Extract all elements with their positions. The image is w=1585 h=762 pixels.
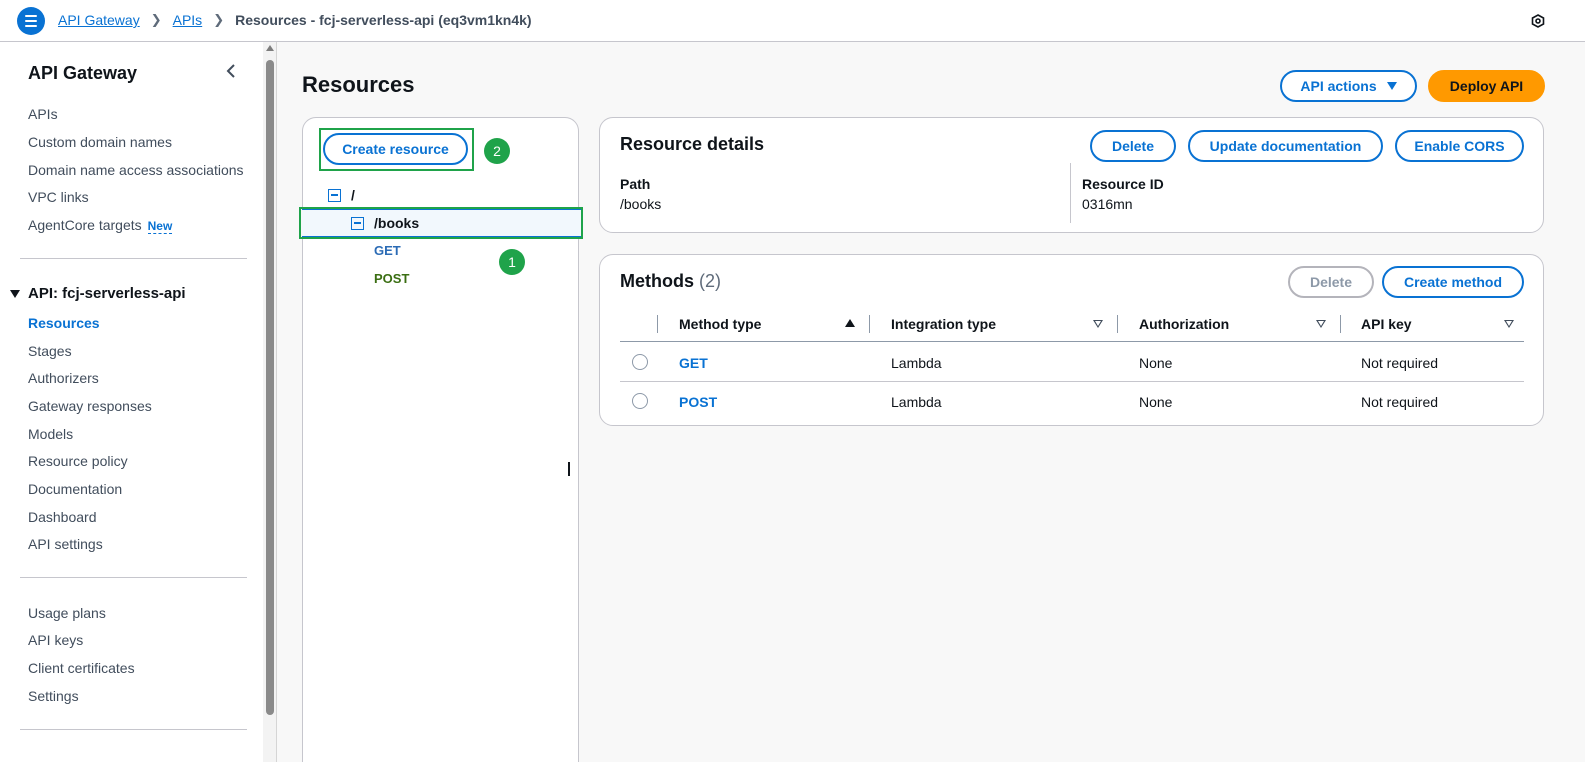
sidebar-title: API Gateway bbox=[28, 63, 138, 83]
menu-icon[interactable] bbox=[17, 7, 45, 35]
sidebar-item-client-certificates[interactable]: Client certificates bbox=[28, 660, 135, 676]
enable-cors-button[interactable]: Enable CORS bbox=[1395, 130, 1524, 162]
row-select-radio[interactable] bbox=[632, 354, 648, 370]
sidebar-item-domain-name-access-associations[interactable]: Domain name access associations bbox=[28, 162, 244, 178]
sidebar-item-custom-domain-names[interactable]: Custom domain names bbox=[28, 134, 172, 150]
chevron-right-icon: ❯ bbox=[150, 12, 162, 27]
sidebar-scrollbar[interactable] bbox=[263, 42, 277, 762]
collapse-icon[interactable] bbox=[328, 188, 341, 202]
methods-count: (2) bbox=[699, 271, 722, 291]
sort-icon[interactable] bbox=[1093, 320, 1103, 328]
sidebar-item-agentcore-targets[interactable]: AgentCore targets New bbox=[28, 217, 173, 234]
chevron-right-icon: ❯ bbox=[213, 12, 225, 27]
path-label: Path bbox=[620, 176, 651, 192]
sidebar-item-api-settings[interactable]: API settings bbox=[28, 536, 103, 552]
breadcrumb: API Gateway ❯ APIs ❯ Resources - fcj-ser… bbox=[58, 12, 532, 28]
new-badge: New bbox=[147, 219, 173, 234]
tree-node-books[interactable]: /books bbox=[351, 215, 419, 231]
text-cursor bbox=[568, 462, 570, 476]
page-title: Resources bbox=[302, 72, 415, 97]
delete-method-button[interactable]: Delete bbox=[1288, 266, 1374, 298]
authorization-cell: None bbox=[1139, 355, 1173, 371]
sidebar-divider bbox=[20, 258, 247, 259]
sidebar-item-models[interactable]: Models bbox=[28, 426, 73, 442]
column-separator[interactable] bbox=[1117, 315, 1118, 333]
sidebar-item-dashboard[interactable]: Dashboard bbox=[28, 509, 97, 525]
scrollbar-thumb[interactable] bbox=[266, 60, 274, 715]
tree-node-label: / bbox=[351, 187, 355, 203]
deploy-api-button[interactable]: Deploy API bbox=[1428, 70, 1545, 102]
integration-type-cell: Lambda bbox=[891, 355, 942, 371]
table-header-divider bbox=[620, 341, 1524, 342]
step-badge-2: 2 bbox=[484, 138, 510, 164]
method-link-post[interactable]: POST bbox=[679, 394, 717, 410]
breadcrumb-apis[interactable]: APIs bbox=[173, 12, 203, 28]
side-navigation: API Gateway APIs Custom domain names Dom… bbox=[0, 42, 263, 762]
column-header-method-type[interactable]: Method type bbox=[679, 316, 761, 332]
sort-ascending-icon[interactable] bbox=[845, 319, 855, 327]
table-row-divider bbox=[620, 381, 1524, 382]
method-link-get[interactable]: GET bbox=[679, 355, 708, 371]
collapse-icon[interactable] bbox=[351, 216, 364, 230]
sidebar-item-stages[interactable]: Stages bbox=[28, 343, 72, 359]
sidebar-item-apis[interactable]: APIs bbox=[28, 106, 58, 122]
collapse-sidebar-icon[interactable] bbox=[225, 64, 239, 78]
sidebar-item-documentation[interactable]: Documentation bbox=[28, 481, 122, 497]
tree-node-root[interactable]: / bbox=[328, 187, 355, 203]
integration-type-cell: Lambda bbox=[891, 394, 942, 410]
column-separator[interactable] bbox=[869, 315, 870, 333]
sidebar-item-authorizers[interactable]: Authorizers bbox=[28, 370, 99, 386]
resource-details-title: Resource details bbox=[620, 134, 765, 154]
sidebar-item-settings[interactable]: Settings bbox=[28, 688, 79, 704]
settings-hex-icon[interactable] bbox=[1531, 14, 1545, 28]
tree-method-post[interactable]: POST bbox=[374, 271, 409, 286]
delete-resource-button[interactable]: Delete bbox=[1090, 130, 1176, 162]
methods-title-label: Methods bbox=[620, 271, 694, 291]
sidebar-item-api-keys[interactable]: API keys bbox=[28, 632, 83, 648]
api-key-cell: Not required bbox=[1361, 355, 1439, 371]
create-resource-button[interactable]: Create resource bbox=[323, 133, 468, 165]
breadcrumb-api-gateway[interactable]: API Gateway bbox=[58, 12, 140, 28]
api-actions-label: API actions bbox=[1300, 78, 1377, 94]
scroll-up-icon[interactable] bbox=[266, 45, 274, 51]
api-key-cell: Not required bbox=[1361, 394, 1439, 410]
sidebar-divider bbox=[20, 729, 247, 730]
column-header-integration-type[interactable]: Integration type bbox=[891, 316, 996, 332]
api-actions-button[interactable]: API actions bbox=[1280, 70, 1417, 102]
top-navigation-bar: API Gateway ❯ APIs ❯ Resources - fcj-ser… bbox=[0, 0, 1585, 42]
path-value: /books bbox=[620, 196, 662, 212]
api-section-label: API: fcj-serverless-api bbox=[28, 285, 186, 302]
caret-down-icon bbox=[1386, 82, 1397, 90]
column-separator bbox=[657, 315, 658, 333]
resource-id-value: 0316mn bbox=[1082, 196, 1133, 212]
row-select-radio[interactable] bbox=[632, 393, 648, 409]
sidebar-item-vpc-links[interactable]: VPC links bbox=[28, 189, 89, 205]
sort-icon[interactable] bbox=[1504, 320, 1514, 328]
sidebar-item-gateway-responses[interactable]: Gateway responses bbox=[28, 398, 152, 414]
create-method-button[interactable]: Create method bbox=[1382, 266, 1524, 298]
sidebar-item-resources[interactable]: Resources bbox=[28, 315, 100, 331]
tree-node-label: /books bbox=[374, 215, 420, 231]
column-header-api-key[interactable]: API key bbox=[1361, 316, 1412, 332]
update-documentation-button[interactable]: Update documentation bbox=[1188, 130, 1383, 162]
breadcrumb-current: Resources - fcj-serverless-api (eq3vm1kn… bbox=[235, 12, 532, 28]
highlight-books bbox=[299, 207, 583, 239]
step-badge-1: 1 bbox=[499, 249, 525, 275]
resource-id-label: Resource ID bbox=[1082, 176, 1164, 192]
methods-title: Methods (2) bbox=[620, 271, 721, 292]
sidebar-item-resource-policy[interactable]: Resource policy bbox=[28, 453, 128, 469]
column-header-authorization[interactable]: Authorization bbox=[1139, 316, 1229, 332]
sidebar-divider bbox=[20, 577, 247, 578]
sort-icon[interactable] bbox=[1316, 320, 1326, 328]
sidebar-item-label: AgentCore targets bbox=[28, 217, 142, 233]
caret-down-icon bbox=[10, 289, 20, 298]
tree-method-get[interactable]: GET bbox=[374, 243, 401, 258]
sidebar-api-section[interactable]: API: fcj-serverless-api bbox=[10, 285, 186, 302]
authorization-cell: None bbox=[1139, 394, 1173, 410]
column-divider bbox=[1070, 163, 1071, 223]
column-separator[interactable] bbox=[1340, 315, 1341, 333]
sidebar-item-usage-plans[interactable]: Usage plans bbox=[28, 605, 106, 621]
